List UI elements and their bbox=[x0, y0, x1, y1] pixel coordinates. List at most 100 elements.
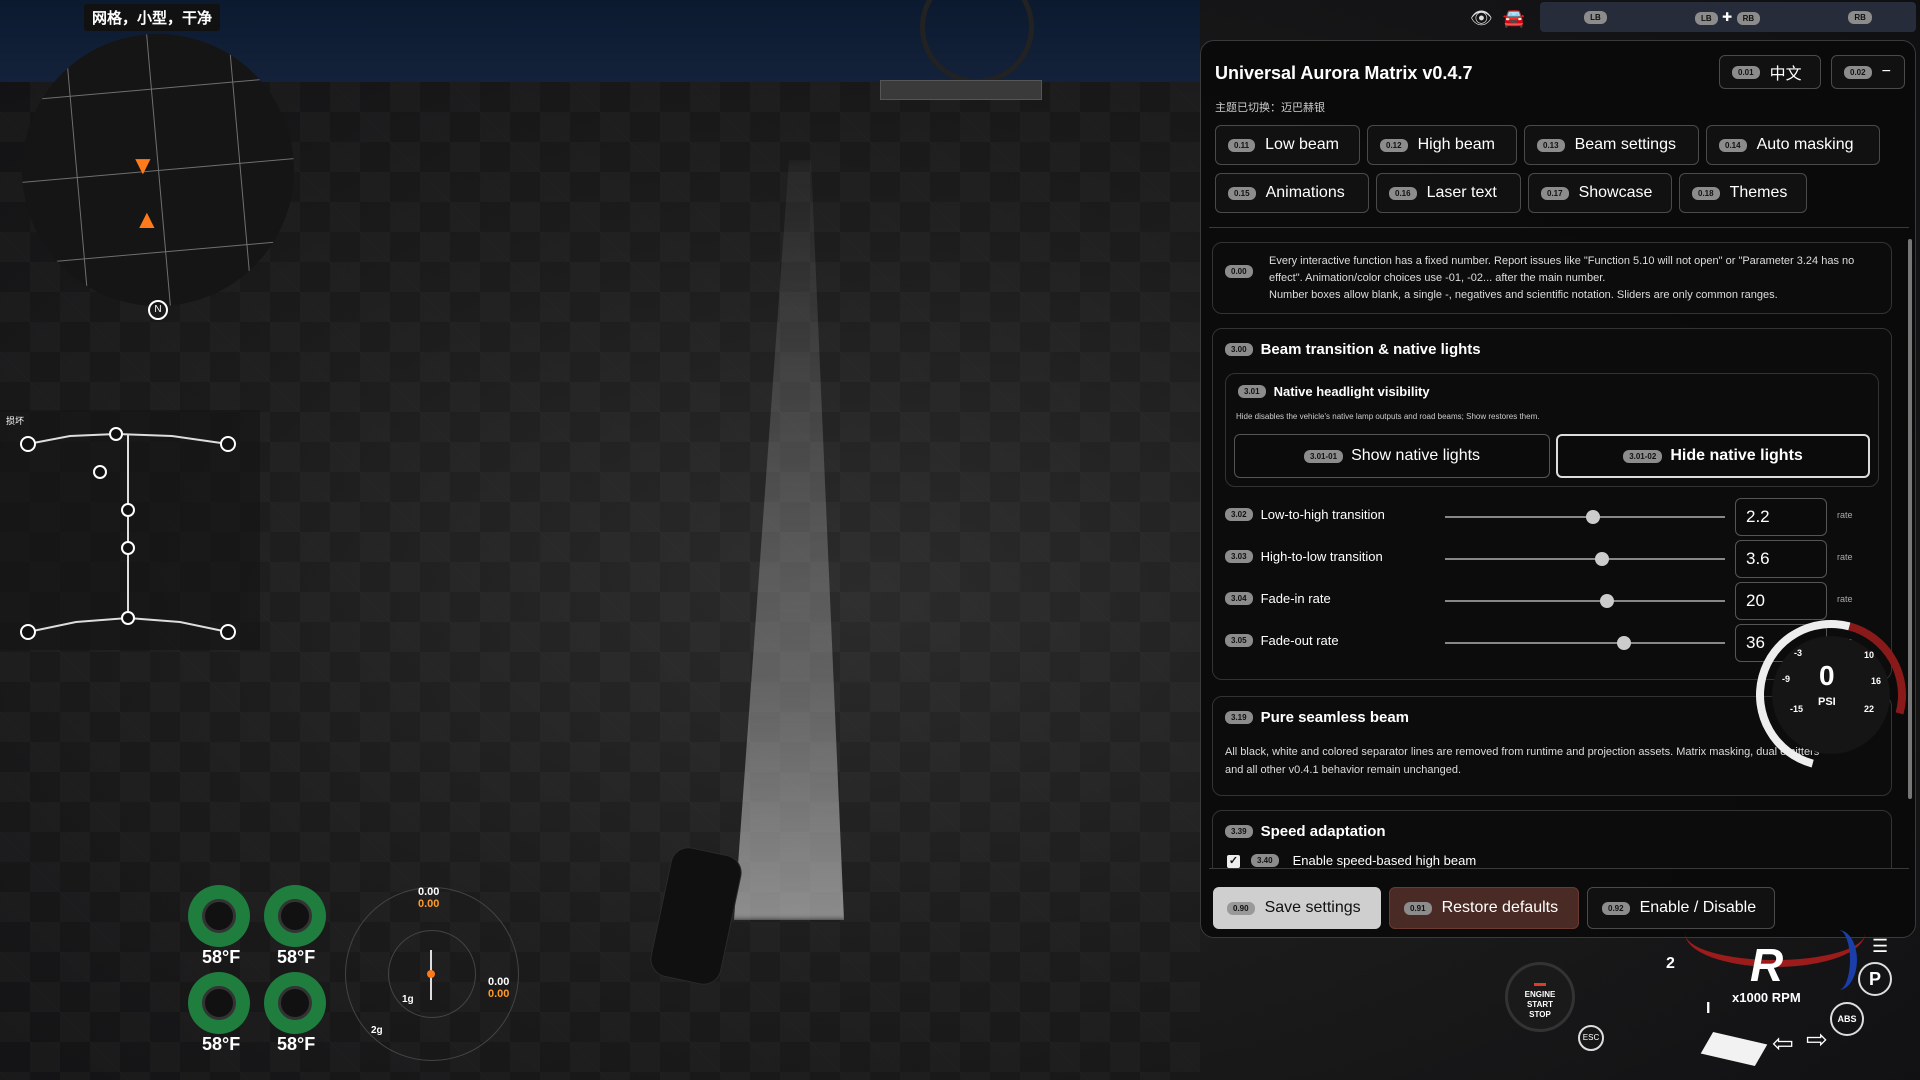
param-number-input[interactable] bbox=[1735, 582, 1827, 620]
param-chip: 3.02 bbox=[1225, 508, 1253, 521]
tab-showcase[interactable]: 0.17 Showcase bbox=[1528, 173, 1672, 213]
panel-title: Universal Aurora Matrix v0.4.7 bbox=[1215, 63, 1473, 83]
tire-temp-front-left: 58°F bbox=[202, 947, 241, 967]
tab-label: Themes bbox=[1729, 184, 1788, 201]
slider-track bbox=[1445, 642, 1725, 644]
tire-front-left-icon bbox=[188, 885, 250, 947]
tab-high-beam[interactable]: 0.12 High beam bbox=[1367, 125, 1517, 165]
info-note-card: 0.00 Every interactive function has a fi… bbox=[1212, 242, 1892, 314]
steering-wheel-icon bbox=[920, 0, 1034, 84]
param-slider[interactable] bbox=[1445, 633, 1725, 653]
slider-knob[interactable] bbox=[1594, 552, 1609, 566]
minimize-icon: − bbox=[1881, 63, 1891, 80]
tab-lb-rb-combo[interactable]: LB ✚ RB bbox=[1694, 8, 1761, 26]
tire-front-right-icon bbox=[264, 885, 326, 947]
engine-start-stop-button[interactable]: ENGINE START STOP bbox=[1505, 962, 1575, 1032]
rpm-tick-1: I bbox=[1706, 1000, 1711, 1017]
panel-scrollbar[interactable] bbox=[1907, 227, 1913, 867]
param-number-input[interactable] bbox=[1735, 540, 1827, 578]
tab-lb-1[interactable]: LB bbox=[1584, 10, 1607, 24]
param-slider[interactable] bbox=[1445, 507, 1725, 527]
tab-chip: 0.14 bbox=[1719, 138, 1747, 152]
section-chip: 3.39 bbox=[1225, 825, 1253, 838]
show-native-lights-button[interactable]: 3.01-01 Show native lights bbox=[1234, 434, 1550, 478]
steering-bar bbox=[880, 80, 1042, 100]
section-title: Speed adaptation bbox=[1260, 823, 1386, 840]
section-title: Beam transition & native lights bbox=[1260, 341, 1481, 358]
save-chip: 0.90 bbox=[1227, 901, 1255, 915]
restore-chip: 0.91 bbox=[1404, 901, 1432, 915]
hide-label: Hide native lights bbox=[1670, 447, 1803, 464]
settings-panel: Universal Aurora Matrix v0.4.7 主题已切换：迈巴赫… bbox=[1200, 40, 1916, 938]
tire-rear-left-icon bbox=[188, 972, 250, 1034]
seamless-line-2: and all other v0.4.1 behavior remain unc… bbox=[1225, 764, 1462, 776]
tire-temp-rear-right: 58°F bbox=[277, 1034, 316, 1054]
slider-knob[interactable] bbox=[1617, 636, 1632, 650]
param-label-text: Low-to-high transition bbox=[1260, 507, 1385, 522]
minimap[interactable]: ▼ ▲ bbox=[22, 34, 294, 306]
param-chip: 3.03 bbox=[1225, 550, 1253, 563]
g-lat-peak: 0.00 bbox=[488, 988, 510, 1000]
section-title: Pure seamless beam bbox=[1260, 709, 1410, 726]
tab-label: Auto masking bbox=[1756, 136, 1854, 153]
tab-rb-1: RB bbox=[1736, 12, 1761, 25]
show-chip: 3.01-01 bbox=[1303, 449, 1344, 463]
tire-temp-rear-left: 58°F bbox=[202, 1034, 241, 1054]
boost-unit: PSI bbox=[1818, 696, 1836, 708]
note-chip: 0.00 bbox=[1225, 265, 1253, 278]
slider-knob[interactable] bbox=[1586, 510, 1601, 524]
param-label-text: High-to-low transition bbox=[1260, 549, 1383, 564]
slider-knob[interactable] bbox=[1600, 594, 1615, 608]
hide-native-lights-button[interactable]: 3.01-02 Hide native lights bbox=[1556, 434, 1870, 478]
param-label: 3.02 Low-to-high transition bbox=[1225, 507, 1385, 522]
param-slider[interactable] bbox=[1445, 549, 1725, 569]
param-number-input[interactable] bbox=[1735, 498, 1827, 536]
tab-chip: 0.15 bbox=[1228, 186, 1256, 200]
minimize-chip: 0.02 bbox=[1844, 65, 1872, 79]
tab-animations[interactable]: 0.15 Animations bbox=[1215, 173, 1369, 213]
param-chip: 3.04 bbox=[1225, 592, 1253, 605]
speed-high-beam-checkbox[interactable]: ✓ bbox=[1227, 855, 1240, 868]
player-arrow-icon: ▲ bbox=[134, 204, 160, 234]
save-label: Save settings bbox=[1264, 899, 1361, 916]
turn-right-icon: ⇨ bbox=[1806, 1024, 1828, 1054]
g-ring-1g: 1g bbox=[402, 994, 414, 1005]
start-stop-line: START bbox=[1526, 1000, 1554, 1009]
tab-beam-settings[interactable]: 0.13 Beam settings bbox=[1524, 125, 1699, 165]
headlight-indicator-icon: ☰ bbox=[1872, 936, 1889, 956]
tab-label: Low beam bbox=[1265, 136, 1339, 153]
tab-low-beam[interactable]: 0.11 Low beam bbox=[1215, 125, 1360, 165]
settings-scroll-area[interactable]: 0.00 Every interactive function has a fi… bbox=[1209, 227, 1909, 869]
tab-auto-masking[interactable]: 0.14 Auto masking bbox=[1706, 125, 1880, 165]
steering-wheel-indicator bbox=[880, 0, 1042, 100]
section-chip: 3.19 bbox=[1225, 711, 1253, 724]
checkbox-label: Enable speed-based high beam bbox=[1292, 853, 1477, 868]
scrollbar-thumb[interactable] bbox=[1908, 239, 1912, 799]
language-button[interactable]: 0.01 中文 bbox=[1719, 55, 1821, 89]
note-text: Every interactive function has a fixed n… bbox=[1269, 253, 1879, 304]
section-header: 3.19 Pure seamless beam bbox=[1225, 709, 1409, 726]
minimize-button[interactable]: 0.02 − bbox=[1831, 55, 1905, 89]
top-tab-bar: LB LB ✚ RB RB bbox=[1540, 2, 1916, 32]
restore-defaults-button[interactable]: 0.91 Restore defaults bbox=[1389, 887, 1579, 929]
show-label: Show native lights bbox=[1351, 447, 1481, 464]
eye-icon[interactable]: 👁 bbox=[1470, 8, 1493, 29]
tab-laser-text[interactable]: 0.16 Laser text bbox=[1376, 173, 1521, 213]
section-header: 3.39 Speed adaptation bbox=[1225, 823, 1386, 840]
speed-adaptation-section: 3.39 Speed adaptation ✓ 3.40 Enable spee… bbox=[1212, 810, 1892, 868]
tab-themes[interactable]: 0.18 Themes bbox=[1679, 173, 1807, 213]
param-slider[interactable] bbox=[1445, 591, 1725, 611]
slider-track bbox=[1445, 600, 1725, 602]
tab-chip: 0.16 bbox=[1389, 186, 1417, 200]
boost-tick: -15 bbox=[1790, 704, 1804, 714]
tab-rb-2[interactable]: RB bbox=[1848, 10, 1872, 24]
note-line-3: Number boxes allow blank, a single -, ne… bbox=[1269, 289, 1778, 301]
param-label: 3.03 High-to-low transition bbox=[1225, 549, 1383, 564]
speed-checkbox-row: 3.40 Enable speed-based high beam bbox=[1251, 853, 1476, 868]
param-unit: rate bbox=[1837, 552, 1853, 562]
note-line-1: Every interactive function has a fixed n… bbox=[1269, 255, 1855, 267]
map-name-label: 网格，小型，干净 bbox=[84, 4, 221, 31]
start-stop-led-icon bbox=[1534, 983, 1546, 986]
car-icon[interactable]: 🚘 bbox=[1503, 8, 1525, 29]
save-settings-button[interactable]: 0.90 Save settings bbox=[1213, 887, 1381, 929]
